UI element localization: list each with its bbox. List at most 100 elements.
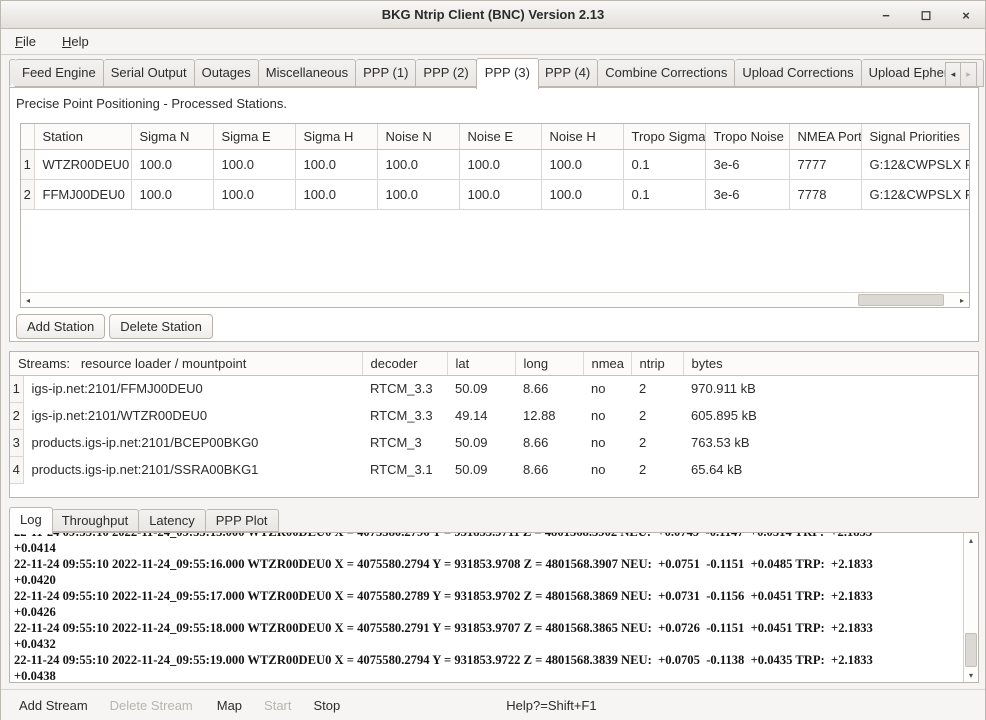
stop-button[interactable]: Stop [306,694,349,717]
tab-scroll-right-icon[interactable]: ▸ [961,62,977,87]
cell-tropo-noise[interactable]: 3e-6 [705,179,789,209]
station-buttons: Add Station Delete Station [16,314,213,339]
tab-serial-output[interactable]: Serial Output [104,59,195,87]
log-line: 22-11-24 09:55:10 2022-11-24_09:55:19.00… [14,652,962,668]
cell-noise-e[interactable]: 100.0 [459,149,541,179]
col-mountpoint[interactable]: Streams: resource loader / mountpoint [10,352,362,375]
vertical-scrollbar[interactable]: ▴ ▾ [963,533,978,682]
scroll-left-icon[interactable]: ◂ [21,293,35,307]
window-controls: − ◻ × [877,1,975,29]
cell-station[interactable]: FFMJ00DEU0 [34,179,131,209]
horizontal-scrollbar[interactable]: ◂ ▸ [21,292,969,307]
cell-lat: 50.09 [447,375,515,402]
tab-ppp-4[interactable]: PPP (4) [538,59,598,87]
menu-file[interactable]: File [11,32,40,51]
tab-ppp-plot[interactable]: PPP Plot [206,509,279,532]
col-tropo-noise[interactable]: Tropo Noise [705,124,789,149]
col-tropo-sigma[interactable]: Tropo Sigma [623,124,705,149]
cell-ntrip: 2 [631,402,683,429]
stations-header-row: Station Sigma N Sigma E Sigma H Noise N … [21,124,970,149]
col-sigma-e[interactable]: Sigma E [213,124,295,149]
cell-bytes: 65.64 kB [683,456,978,483]
cell-nmea: no [583,429,631,456]
scroll-down-icon[interactable]: ▾ [964,668,978,682]
col-station[interactable]: Station [34,124,131,149]
menu-help[interactable]: Help [58,32,93,51]
col-lat[interactable]: lat [447,352,515,375]
station-row[interactable]: 2 FFMJ00DEU0 100.0 100.0 100.0 100.0 100… [21,179,970,209]
scrollbar-thumb[interactable] [965,633,977,667]
cell-station[interactable]: WTZR00DEU0 [34,149,131,179]
add-stream-button[interactable]: Add Stream [11,694,96,717]
cell-sigma-e[interactable]: 100.0 [213,179,295,209]
add-station-button[interactable]: Add Station [16,314,105,339]
cell-noise-h[interactable]: 100.0 [541,149,623,179]
col-nmea[interactable]: nmea [583,352,631,375]
col-sigma-h[interactable]: Sigma H [295,124,377,149]
tab-outages[interactable]: Outages [195,59,259,87]
log-panel[interactable]: 22-11-24 09:55:10 2022-11-24_09:55:15.00… [9,532,979,683]
cell-sigma-e[interactable]: 100.0 [213,149,295,179]
map-button[interactable]: Map [209,694,250,717]
cell-noise-n[interactable]: 100.0 [377,179,459,209]
cell-noise-e[interactable]: 100.0 [459,179,541,209]
cell-sigma-n[interactable]: 100.0 [131,179,213,209]
scrollbar-track[interactable] [35,293,955,307]
station-row[interactable]: 1 WTZR00DEU0 100.0 100.0 100.0 100.0 100… [21,149,970,179]
cell-noise-n[interactable]: 100.0 [377,149,459,179]
tab-latency[interactable]: Latency [139,509,206,532]
row-number: 3 [10,429,23,456]
tab-log[interactable]: Log [9,507,53,534]
scrollbar-thumb[interactable] [858,294,944,306]
tab-ppp-3[interactable]: PPP (3) [476,58,539,89]
cell-tropo-noise[interactable]: 3e-6 [705,149,789,179]
cell-tropo-sigma[interactable]: 0.1 [623,179,705,209]
help-button[interactable]: Help?=Shift+F1 [498,694,604,717]
cell-sigma-n[interactable]: 100.0 [131,149,213,179]
scroll-right-icon[interactable]: ▸ [955,293,969,307]
cell-tropo-sigma[interactable]: 0.1 [623,149,705,179]
cell-signal-priorities[interactable]: G:12&CWPSLX R:12 [861,179,970,209]
cell-noise-h[interactable]: 100.0 [541,179,623,209]
tab-miscellaneous[interactable]: Miscellaneous [259,59,356,87]
cell-long: 8.66 [515,456,583,483]
minimize-icon[interactable]: − [877,6,895,24]
stream-row[interactable]: 4 products.igs-ip.net:2101/SSRA00BKG1 RT… [10,456,978,483]
delete-stream-button[interactable]: Delete Stream [102,694,201,717]
scroll-up-icon[interactable]: ▴ [964,533,978,547]
bottom-toolbar: Add Stream Delete Stream Map Start Stop … [1,689,985,720]
col-nmea-port[interactable]: NMEA Port [789,124,861,149]
col-noise-e[interactable]: Noise E [459,124,541,149]
start-button[interactable]: Start [256,694,299,717]
col-sigma-n[interactable]: Sigma N [131,124,213,149]
close-icon[interactable]: × [957,6,975,24]
tab-feed-engine[interactable]: Feed Engine [15,59,104,87]
tab-upload-corrections[interactable]: Upload Corrections [735,59,861,87]
col-ntrip[interactable]: ntrip [631,352,683,375]
cell-nmea-port[interactable]: 7777 [789,149,861,179]
cell-nmea: no [583,402,631,429]
tab-ppp-2[interactable]: PPP (2) [416,59,476,87]
tab-combine-corrections[interactable]: Combine Corrections [598,59,735,87]
cell-nmea-port[interactable]: 7778 [789,179,861,209]
col-signal-priorities[interactable]: Signal Priorities [861,124,970,149]
log-tabbar: Log Throughput Latency PPP Plot [9,508,279,532]
cell-sigma-h[interactable]: 100.0 [295,149,377,179]
tab-scroll-left-icon[interactable]: ◂ [945,62,961,87]
cell-ntrip: 2 [631,456,683,483]
delete-station-button[interactable]: Delete Station [109,314,213,339]
maximize-icon[interactable]: ◻ [917,6,935,24]
col-bytes[interactable]: bytes [683,352,978,375]
col-noise-h[interactable]: Noise H [541,124,623,149]
log-line: +0.0420 [14,572,962,588]
stream-row[interactable]: 1 igs-ip.net:2101/FFMJ00DEU0 RTCM_3.3 50… [10,375,978,402]
col-noise-n[interactable]: Noise N [377,124,459,149]
tab-ppp-1[interactable]: PPP (1) [356,59,416,87]
stream-row[interactable]: 3 products.igs-ip.net:2101/BCEP00BKG0 RT… [10,429,978,456]
tab-throughput[interactable]: Throughput [52,509,140,532]
cell-signal-priorities[interactable]: G:12&CWPSLX R:12 [861,149,970,179]
cell-sigma-h[interactable]: 100.0 [295,179,377,209]
stream-row[interactable]: 2 igs-ip.net:2101/WTZR00DEU0 RTCM_3.3 49… [10,402,978,429]
col-decoder[interactable]: decoder [362,352,447,375]
col-long[interactable]: long [515,352,583,375]
